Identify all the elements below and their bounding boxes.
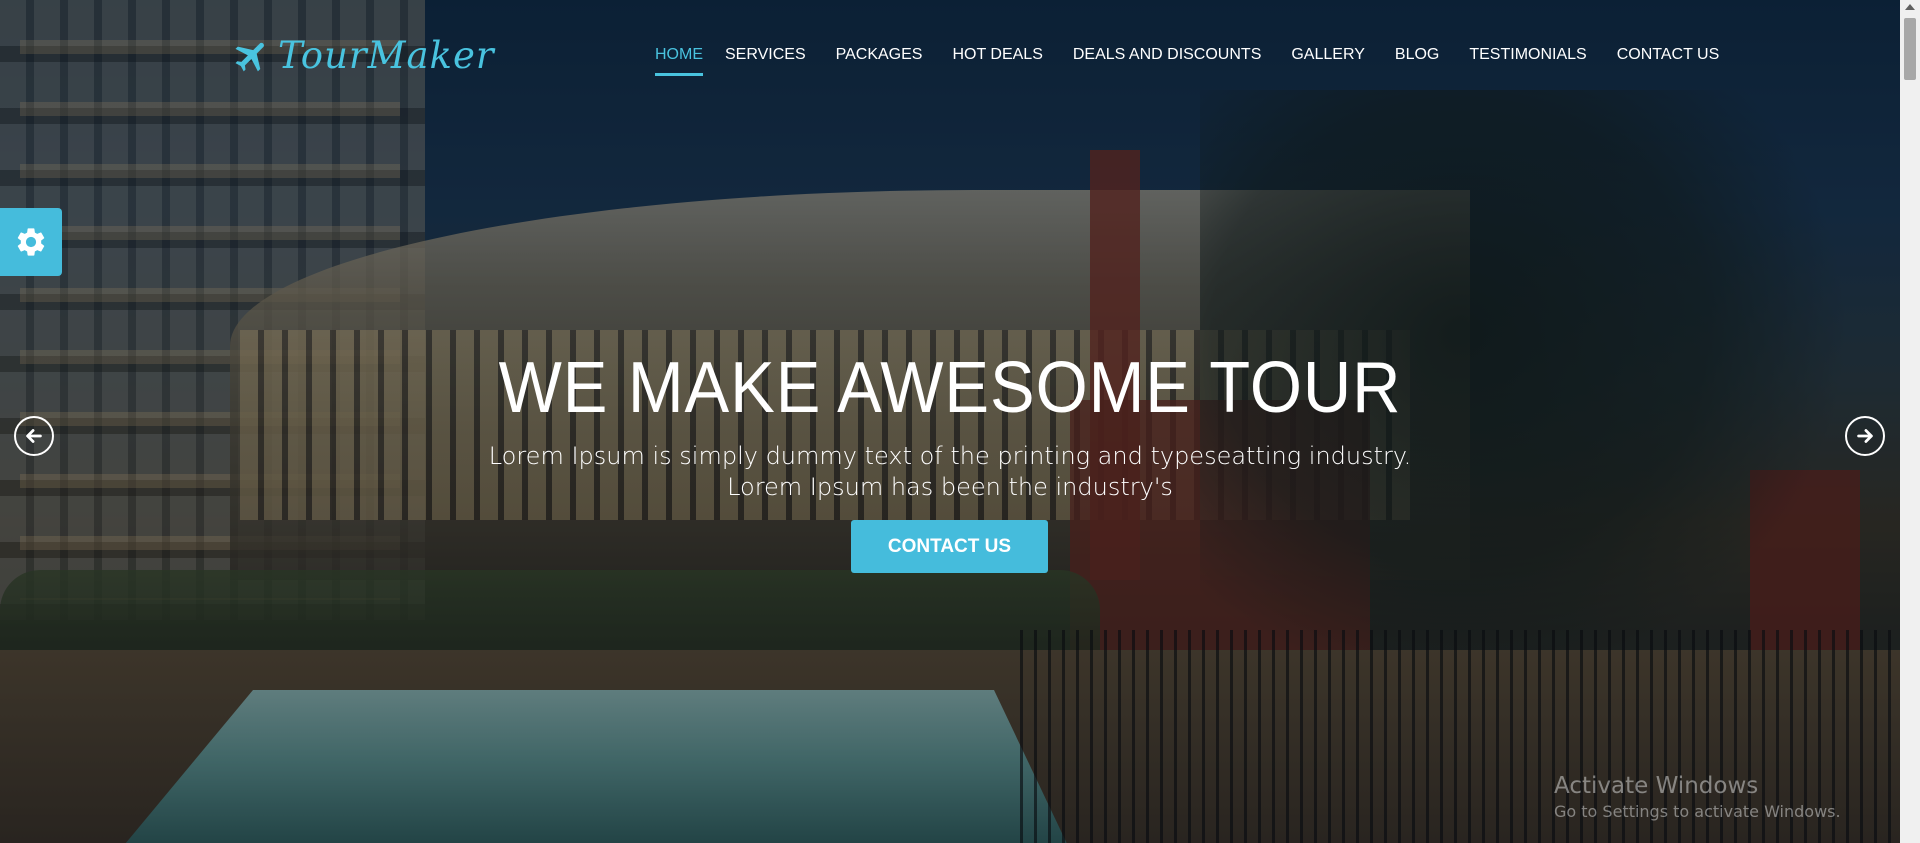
- nav-item-contact-us[interactable]: CONTACT US: [1602, 44, 1735, 66]
- airplane-icon: [235, 42, 264, 71]
- settings-toggle-button[interactable]: [0, 208, 62, 276]
- nav-item-testimonials[interactable]: TESTIMONIALS: [1454, 44, 1601, 66]
- arrow-left-icon: [26, 429, 42, 443]
- nav-item-blog[interactable]: BLOG: [1380, 44, 1454, 66]
- brand-name: TourMaker: [278, 34, 495, 77]
- watermark-subtitle: Go to Settings to activate Windows.: [1554, 802, 1841, 821]
- arrow-right-icon: [1857, 429, 1873, 443]
- nav-item-hot-deals[interactable]: HOT DEALS: [937, 44, 1057, 66]
- contact-us-button[interactable]: CONTACT US: [851, 520, 1048, 573]
- slider-prev-button[interactable]: [14, 416, 54, 456]
- activate-windows-watermark: Activate Windows Go to Settings to activ…: [1554, 772, 1841, 824]
- nav-item-home[interactable]: HOME: [655, 44, 710, 76]
- site-logo[interactable]: TourMaker: [232, 34, 495, 77]
- scrollbar-thumb[interactable]: [1904, 18, 1916, 80]
- slider-next-button[interactable]: [1845, 416, 1885, 456]
- nav-item-gallery[interactable]: GALLERY: [1276, 44, 1380, 66]
- scroll-up-arrow-icon[interactable]: [1905, 4, 1915, 10]
- main-navigation: HOME SERVICES PACKAGES HOT DEALS DEALS A…: [655, 44, 1735, 76]
- watermark-title: Activate Windows: [1554, 773, 1759, 799]
- hero-title: WE MAKE AWESOME TOUR: [498, 348, 1402, 429]
- vertical-scrollbar[interactable]: [1900, 0, 1920, 843]
- gear-icon: [17, 228, 45, 256]
- hero-description: Lorem Ipsum is simply dummy text of the …: [488, 442, 1412, 501]
- nav-item-deals-and-discounts[interactable]: DEALS AND DISCOUNTS: [1058, 44, 1276, 66]
- nav-item-services[interactable]: SERVICES: [710, 44, 821, 66]
- nav-item-packages[interactable]: PACKAGES: [821, 44, 938, 66]
